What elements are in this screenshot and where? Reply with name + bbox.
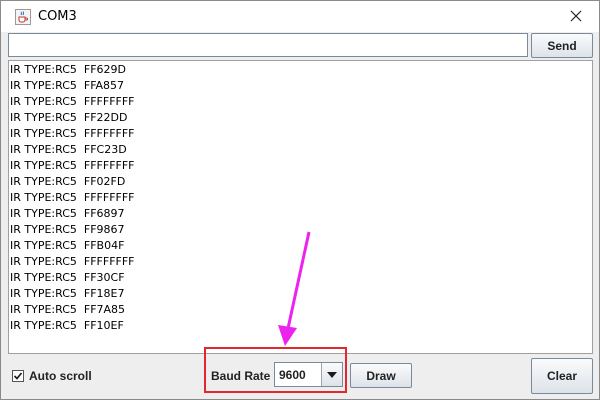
annotation-arrow bbox=[278, 231, 311, 346]
